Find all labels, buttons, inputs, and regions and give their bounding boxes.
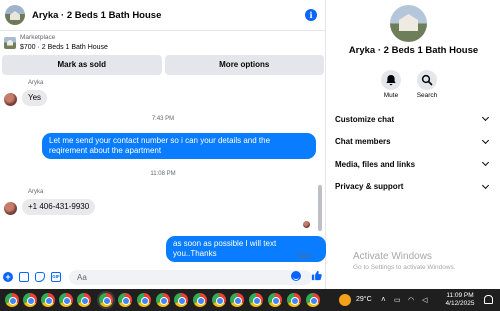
watermark-subtitle: Go to Settings to activate Windows. — [353, 264, 456, 271]
conversation-details: Aryka · 2 Beds 1 Bath House Mute Search … — [327, 0, 500, 289]
volume-icon[interactable]: ◁ — [422, 296, 427, 304]
network-icon[interactable]: ▭ — [394, 296, 401, 304]
mute-label: Mute — [383, 92, 399, 99]
system-clock[interactable]: 11:09 PM 4/12/2025 — [440, 292, 480, 308]
add-icon[interactable]: + — [3, 272, 13, 282]
chrome-taskbar-icon[interactable] — [99, 293, 113, 307]
image-icon[interactable] — [19, 272, 29, 282]
sender-avatar[interactable] — [4, 202, 17, 215]
chevron-down-icon — [481, 136, 490, 144]
conversation-title[interactable]: Aryka · 2 Beds 1 Bath House — [32, 10, 161, 21]
chrome-taskbar-icon[interactable] — [137, 293, 151, 307]
search-label: Search — [416, 92, 438, 99]
mute-button[interactable] — [381, 70, 401, 90]
watermark-title: Activate Windows — [353, 251, 432, 262]
privacy-support-row[interactable]: Privacy & support — [327, 176, 500, 199]
chrome-taskbar-icon[interactable] — [212, 293, 226, 307]
row-label: Privacy & support — [335, 182, 404, 192]
message-list: Aryka Yes 7:43 PM Let me send your conta… — [0, 78, 326, 264]
marketplace-listing[interactable]: Marketplace $700 · 2 Beds 1 Bath House — [0, 31, 326, 54]
mark-as-sold-button[interactable]: Mark as sold — [2, 55, 162, 75]
chrome-taskbar-icon[interactable] — [230, 293, 244, 307]
chrome-taskbar-icon[interactable] — [174, 293, 188, 307]
temperature[interactable]: 29°C — [356, 296, 372, 303]
chrome-taskbar-icon[interactable] — [306, 293, 320, 307]
emoji-icon[interactable] — [291, 271, 301, 281]
chrome-taskbar-icon[interactable] — [156, 293, 170, 307]
chevron-down-icon — [481, 114, 490, 122]
wifi-icon[interactable]: ◠ — [408, 296, 414, 304]
message-scrollbar[interactable] — [318, 185, 322, 231]
message-status: Sent — [298, 254, 311, 260]
chevron-down-icon — [481, 181, 490, 189]
listing-thumbnail — [4, 36, 16, 49]
outgoing-message: Let me send your contact number so i can… — [42, 133, 316, 159]
incoming-message: +1 406-431-9930 — [22, 199, 96, 215]
sticker-icon[interactable] — [35, 272, 45, 282]
message-composer: + GIF — [0, 266, 326, 288]
more-options-button[interactable]: More options — [164, 55, 324, 75]
weather-icon[interactable] — [339, 294, 351, 306]
chrome-taskbar-icon[interactable] — [268, 293, 282, 307]
chrome-taskbar-icon[interactable] — [287, 293, 301, 307]
clock-date: 4/12/2025 — [445, 300, 475, 307]
message-input[interactable] — [69, 269, 312, 285]
incoming-message: Yes — [22, 90, 48, 106]
info-icon[interactable]: i — [305, 9, 317, 21]
windows-taskbar: 29°C ˄ ▭ ◠ ◁ 11:09 PM 4/12/2025 — [0, 289, 500, 311]
chevron-down-icon — [481, 159, 490, 167]
seen-avatar — [303, 221, 310, 228]
search-icon — [421, 74, 433, 86]
chrome-taskbar-icon[interactable] — [5, 293, 19, 307]
row-label: Media, files and links — [335, 159, 416, 169]
listing-source: Marketplace — [20, 33, 56, 41]
chrome-taskbar-icon[interactable] — [193, 293, 207, 307]
activate-windows-watermark: Activate Windows Go to Settings to activ… — [353, 251, 456, 273]
chat-header: Aryka · 2 Beds 1 Bath House i — [0, 0, 326, 31]
message-timestamp: 7:43 PM — [151, 116, 175, 122]
customize-chat-row[interactable]: Customize chat — [327, 108, 500, 131]
chat-members-row[interactable]: Chat members — [327, 131, 500, 154]
chrome-taskbar-icon[interactable] — [249, 293, 263, 307]
chrome-taskbar-icon[interactable] — [41, 293, 55, 307]
bell-icon — [386, 75, 396, 86]
chrome-taskbar-icon[interactable] — [77, 293, 91, 307]
listing-photo[interactable] — [390, 5, 427, 42]
chat-pane: Aryka · 2 Beds 1 Bath House i Marketplac… — [0, 0, 326, 289]
row-label: Chat members — [335, 137, 391, 147]
notification-icon[interactable] — [484, 295, 493, 304]
search-button[interactable] — [417, 70, 437, 90]
details-sections: Customize chat Chat members Media, files… — [327, 108, 500, 198]
row-label: Customize chat — [335, 114, 395, 124]
gif-icon[interactable]: GIF — [51, 272, 61, 282]
media-files-links-row[interactable]: Media, files and links — [327, 153, 500, 176]
chrome-taskbar-icon[interactable] — [59, 293, 73, 307]
chrome-taskbar-icon[interactable] — [23, 293, 37, 307]
message-timestamp: 11:08 PM — [150, 171, 176, 177]
message-sender: Aryka — [28, 80, 44, 86]
message-sender: Aryka — [28, 189, 44, 195]
sender-avatar[interactable] — [4, 93, 17, 106]
listing-summary: $700 · 2 Beds 1 Bath House — [20, 43, 108, 51]
listing-actions: Mark as sold More options — [2, 55, 324, 75]
thumbs-up-icon[interactable] — [311, 270, 322, 281]
clock-time: 11:09 PM — [446, 292, 474, 299]
chrome-taskbar-icon[interactable] — [118, 293, 132, 307]
details-title: Aryka · 2 Beds 1 Bath House — [348, 45, 479, 56]
conversation-avatar[interactable] — [5, 5, 25, 25]
chevron-up-icon[interactable]: ˄ — [381, 295, 386, 304]
